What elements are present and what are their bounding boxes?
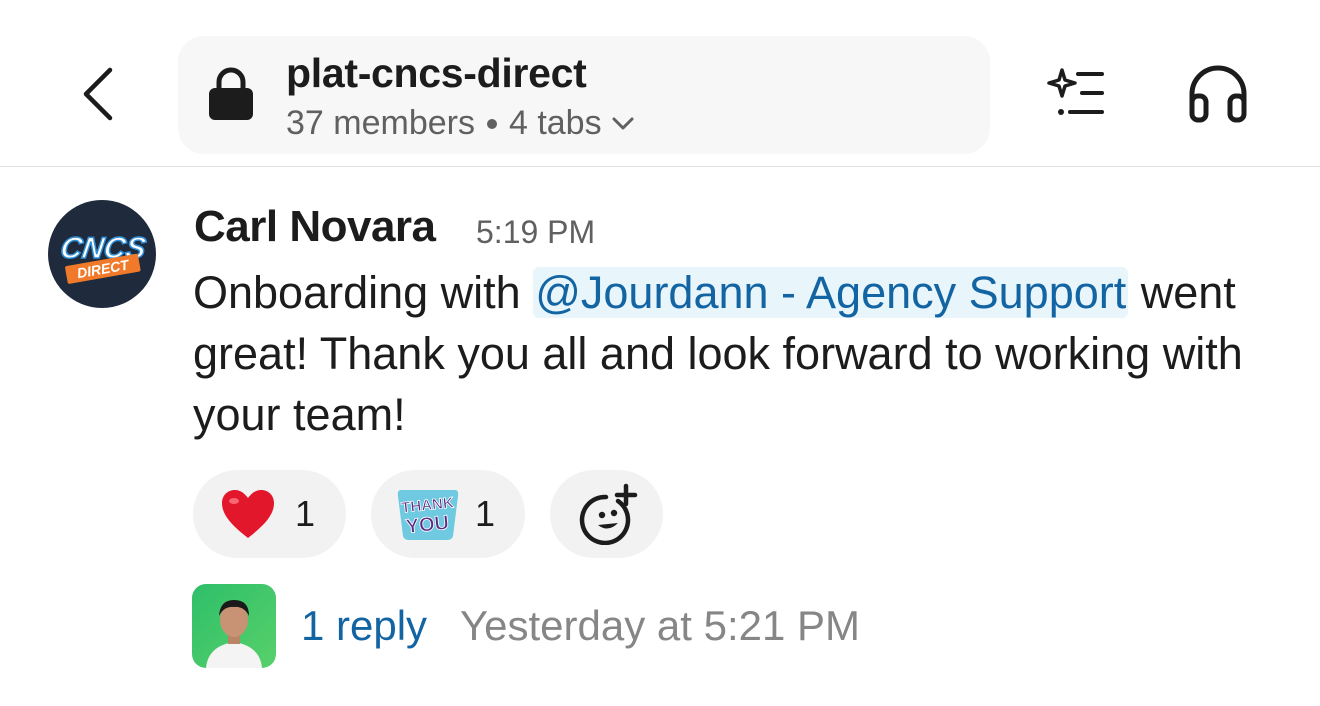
sparkle-list-icon [1047, 68, 1104, 115]
ai-summary-button[interactable] [1044, 66, 1106, 122]
separator-dot [486, 118, 497, 129]
huddle-button[interactable] [1186, 64, 1250, 124]
thank-you-sticker-icon: THANK YOU [397, 490, 459, 540]
add-reaction-icon [579, 483, 637, 545]
add-reaction-button[interactable] [550, 470, 663, 558]
message-author[interactable]: Carl Novara [194, 202, 436, 252]
channel-name: plat-cncs-direct [286, 50, 587, 96]
member-count: 37 members [286, 104, 475, 142]
user-mention[interactable]: @Jourdann - Agency Support [533, 267, 1129, 318]
reply-user-avatar[interactable] [192, 584, 276, 668]
back-button[interactable] [70, 62, 126, 126]
thread-last-reply-time: Yesterday at 5:21 PM [460, 602, 861, 649]
lock-icon [209, 67, 253, 120]
reaction-heart[interactable]: 1 [193, 470, 346, 558]
message-body: Onboarding with @Jourdann - Agency Suppo… [193, 262, 1283, 445]
author-avatar[interactable]: CNCS DIRECT [48, 200, 156, 308]
channel-header: plat-cncs-direct 37 members 4 tabs [0, 0, 1320, 167]
thread-reply-link[interactable]: 1 reply [301, 602, 427, 650]
user-photo [192, 584, 276, 668]
headphones-icon [1189, 65, 1247, 123]
chevron-down-icon [612, 117, 634, 131]
message-text: Onboarding with [193, 267, 534, 318]
reaction-thank-you[interactable]: THANK YOU 1 [371, 470, 525, 558]
cncs-direct-logo: CNCS DIRECT [58, 231, 149, 284]
heart-emoji-icon [222, 490, 274, 538]
chevron-left-icon [83, 67, 113, 121]
reaction-count: 1 [295, 493, 316, 534]
reaction-count: 1 [475, 493, 496, 534]
channel-meta: 37 members 4 tabs [286, 104, 634, 143]
tab-count: 4 tabs [508, 104, 602, 142]
message-timestamp: 5:19 PM [476, 214, 596, 250]
svg-text:YOU: YOU [405, 512, 450, 538]
channel-info-button[interactable]: plat-cncs-direct 37 members 4 tabs [178, 36, 990, 154]
